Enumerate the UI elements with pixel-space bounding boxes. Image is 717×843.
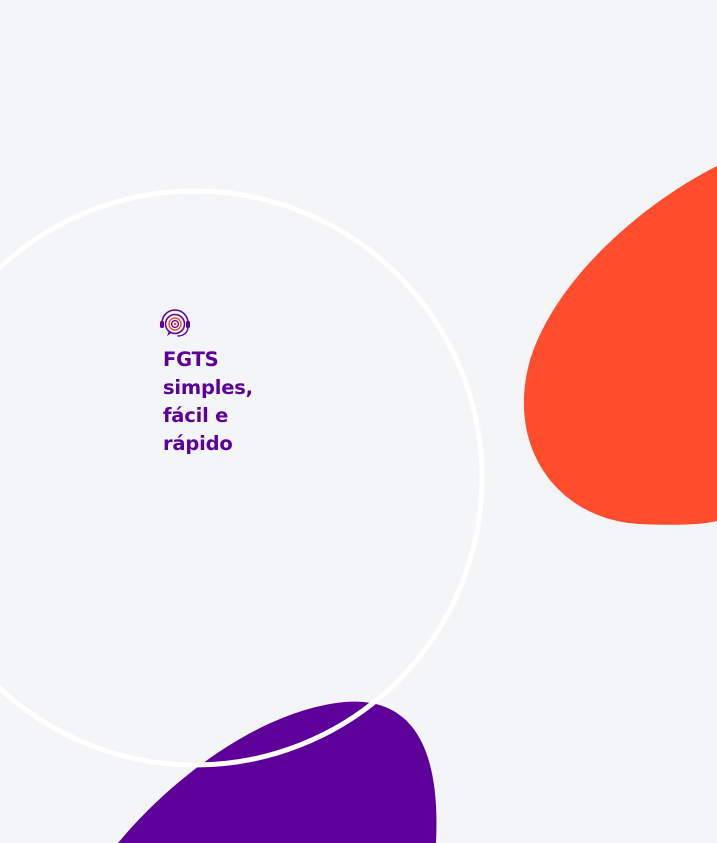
headline-line-3: fácil e	[163, 404, 229, 427]
hero-content: FGTS simples, fácil e rápido	[159, 308, 299, 458]
white-ring	[0, 188, 485, 768]
headline: FGTS simples, fácil e rápido	[163, 346, 299, 458]
headline-line-1: FGTS	[163, 348, 219, 371]
orange-blob	[523, 166, 717, 525]
purple-blob	[118, 701, 437, 843]
background-shapes	[0, 166, 717, 843]
headline-line-4: rápido	[163, 432, 233, 455]
landing-canvas: FGTS simples, fácil e rápido	[0, 0, 717, 843]
headline-line-2: simples,	[163, 376, 253, 399]
headset-logo-icon	[160, 309, 190, 337]
